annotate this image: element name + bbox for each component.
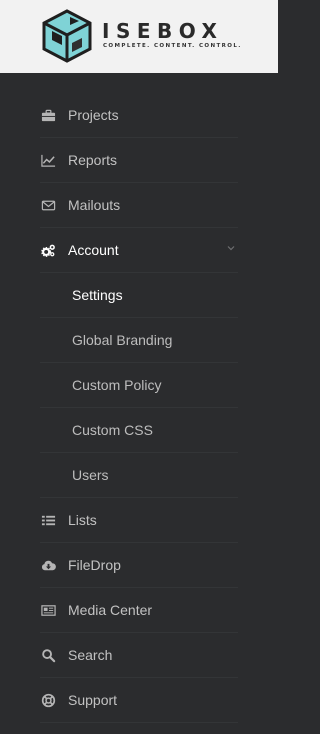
nav-label: Account [68,242,119,258]
subnav-label: Global Branding [72,332,173,348]
logo-header[interactable]: ISEBOX COMPLETE. CONTENT. CONTROL. [0,0,278,73]
subnav-label: Custom Policy [72,377,162,393]
isebox-logo-icon [42,9,92,63]
main-nav: Projects Reports Mailouts Account Settin… [0,93,278,723]
nav-label: Projects [68,107,119,123]
cloud-download-icon [40,557,56,573]
subnav-item-custom-css[interactable]: Custom CSS [40,408,238,453]
nav-label: Mailouts [68,197,121,213]
newspaper-icon [40,602,56,618]
nav-label: Reports [68,152,118,168]
subnav-label: Users [72,467,109,483]
nav-label: Search [68,647,113,663]
nav-item-support[interactable]: Support [40,678,238,723]
nav-item-reports[interactable]: Reports [40,138,238,183]
line-chart-icon [40,152,56,168]
subnav-item-users[interactable]: Users [40,453,238,498]
nav-item-filedrop[interactable]: FileDrop [40,543,238,588]
nav-item-account[interactable]: Account [40,228,238,273]
nav-item-mailouts[interactable]: Mailouts [40,183,238,228]
gears-icon [40,242,56,258]
search-icon [40,647,56,663]
briefcase-icon [40,107,56,123]
list-icon [40,512,56,528]
subnav-label: Settings [72,287,123,303]
subnav-item-global-branding[interactable]: Global Branding [40,318,238,363]
nav-label: Media Center [68,602,153,618]
nav-item-projects[interactable]: Projects [40,93,238,138]
nav-label: Support [68,692,118,708]
envelope-icon [40,197,56,213]
chevron-down-icon[interactable] [226,243,236,253]
sidebar: ISEBOX COMPLETE. CONTENT. CONTROL. Proje… [0,0,278,734]
nav-item-search[interactable]: Search [40,633,238,678]
subnav-item-custom-policy[interactable]: Custom Policy [40,363,238,408]
life-ring-icon [40,692,56,708]
logo-tagline: COMPLETE. CONTENT. CONTROL. [103,43,242,49]
nav-label: Lists [68,512,97,528]
nav-item-lists[interactable]: Lists [40,498,238,543]
subnav-label: Custom CSS [72,422,153,438]
nav-item-media-center[interactable]: Media Center [40,588,238,633]
logo-wordmark: ISEBOX [102,19,224,43]
subnav-item-settings[interactable]: Settings [40,273,238,318]
nav-label: FileDrop [68,557,121,573]
